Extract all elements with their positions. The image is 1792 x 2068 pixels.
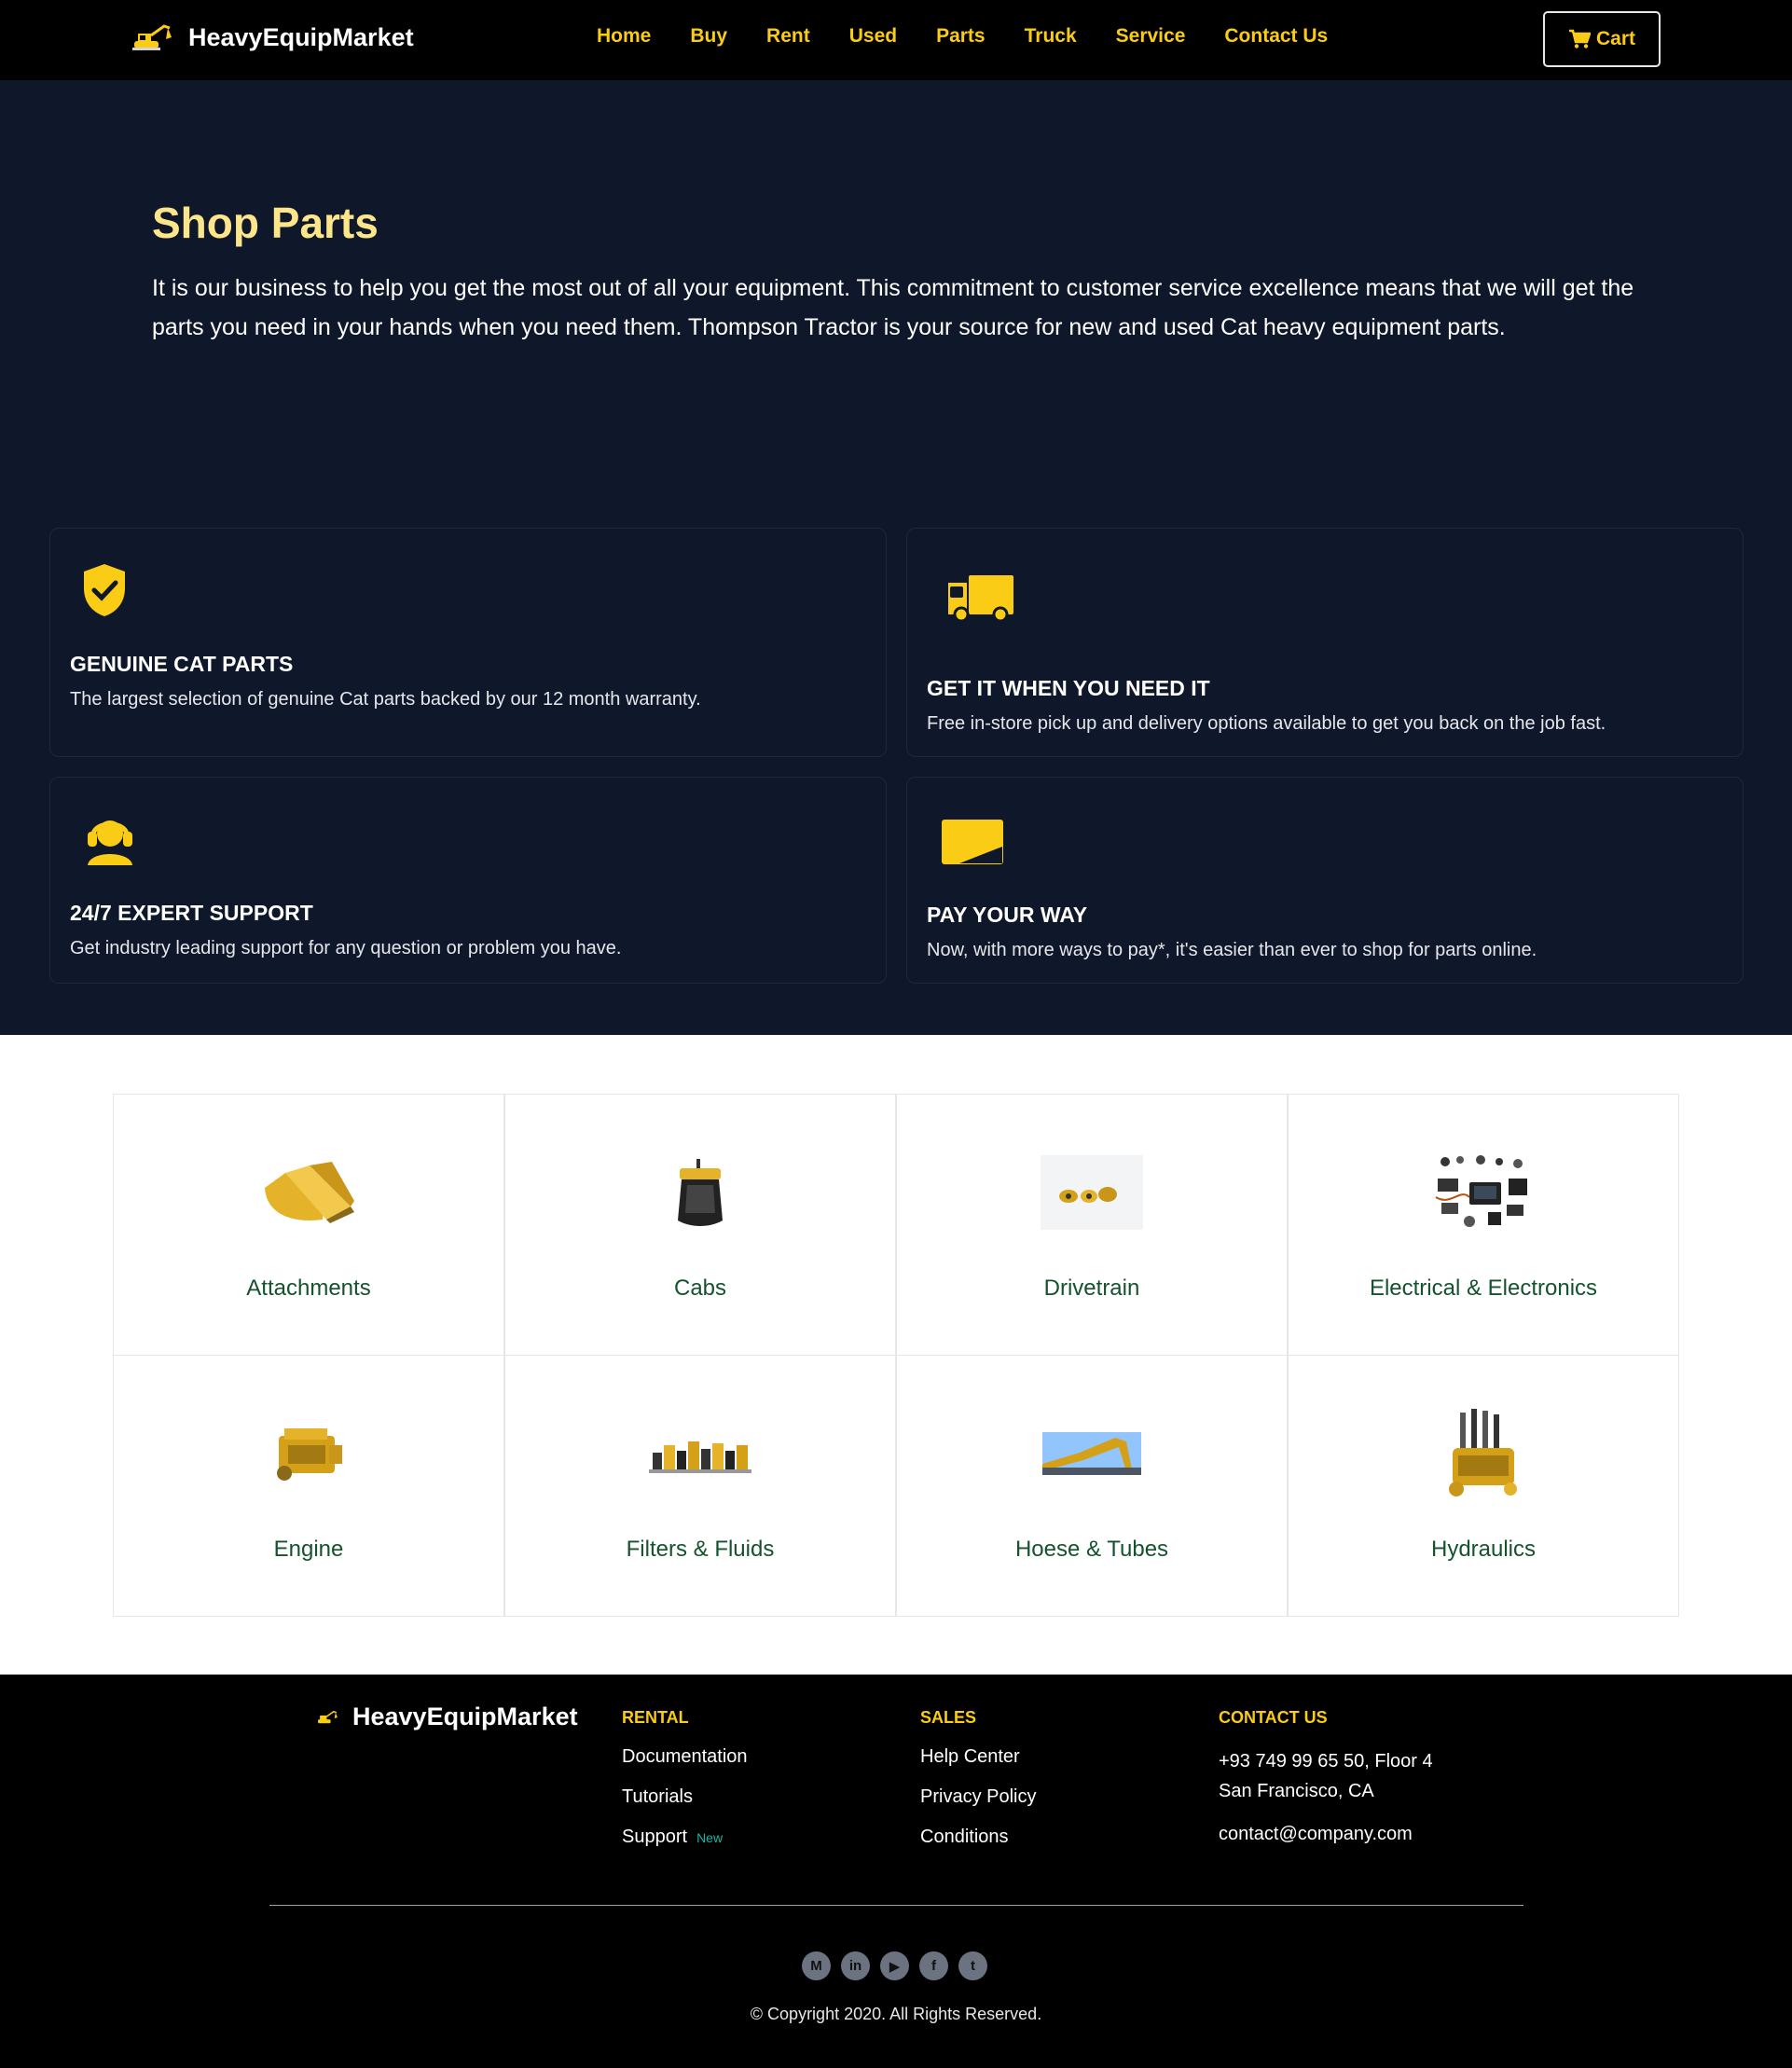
footer-link-support[interactable]: Support New: [622, 1827, 748, 1848]
excavator-logo-icon: [318, 1710, 338, 1723]
footer: HeavyEquipMarket RENTAL Documentation Tu…: [0, 1675, 1792, 2068]
feature-card-genuine-parts: GENUINE CAT PARTS The largest selection …: [49, 528, 887, 757]
category-card-engine[interactable]: Engine: [113, 1355, 504, 1617]
social-links: M in ▶ f t: [802, 1951, 987, 1980]
contact-address-line2: San Francisco, CA: [1219, 1781, 1374, 1801]
feature-description: The largest selection of genuine Cat par…: [70, 689, 701, 710]
copyright: © Copyright 2020. All Rights Reserved.: [750, 2005, 1042, 2023]
footer-column-rental: RENTAL Documentation Tutorials Support Ne…: [622, 1708, 748, 1867]
footer-link-privacy-policy[interactable]: Privacy Policy: [920, 1786, 1036, 1808]
feature-title: GET IT WHEN YOU NEED IT: [927, 676, 1210, 700]
footer-link-conditions[interactable]: Conditions: [920, 1827, 1036, 1848]
nav-link-service[interactable]: Service: [1116, 25, 1186, 48]
hydraulics-image: [1449, 1409, 1517, 1496]
footer-brand-link[interactable]: HeavyEquipMarket: [317, 1703, 578, 1731]
feature-description: Get industry leading support for any que…: [70, 938, 622, 958]
cart-button[interactable]: Cart: [1543, 11, 1661, 67]
contact-email[interactable]: contact@company.com: [1219, 1819, 1433, 1849]
feature-description: Free in-store pick up and delivery optio…: [927, 713, 1606, 734]
footer-link-documentation[interactable]: Documentation: [622, 1746, 748, 1768]
cart-label: Cart: [1595, 28, 1635, 49]
footer-divider: [269, 1905, 1523, 1906]
hoses-image: [1042, 1432, 1141, 1475]
category-card-electrical[interactable]: Electrical & Electronics: [1288, 1094, 1679, 1356]
category-image: [649, 1151, 751, 1234]
category-image: [1041, 1151, 1143, 1234]
category-image: [1041, 1412, 1143, 1496]
category-image: [257, 1151, 360, 1234]
category-label: Attachments: [246, 1275, 371, 1301]
footer-link-help-center[interactable]: Help Center: [920, 1746, 1036, 1768]
footer-heading: CONTACT US: [1219, 1708, 1328, 1727]
feature-title: PAY YOUR WAY: [927, 903, 1088, 927]
nav-link-rent[interactable]: Rent: [766, 25, 810, 48]
feature-card-delivery: GET IT WHEN YOU NEED IT Free in-store pi…: [906, 528, 1744, 757]
nav-link-home[interactable]: Home: [597, 25, 651, 48]
category-card-cabs[interactable]: Cabs: [504, 1094, 896, 1356]
category-image: [257, 1412, 360, 1496]
nav-link-parts[interactable]: Parts: [936, 25, 986, 48]
engine-image: [277, 1428, 342, 1481]
feature-title: GENUINE CAT PARTS: [70, 652, 294, 676]
nav-link-truck[interactable]: Truck: [1025, 25, 1077, 48]
category-card-hoses[interactable]: Hoese & Tubes: [896, 1355, 1288, 1617]
bucket-image: [265, 1162, 354, 1223]
category-card-filters[interactable]: Filters & Fluids: [504, 1355, 896, 1617]
footer-brand-name: HeavyEquipMarket: [352, 1703, 578, 1730]
category-label: Cabs: [673, 1275, 727, 1301]
nav-link-buy[interactable]: Buy: [690, 25, 727, 48]
category-card-drivetrain[interactable]: Drivetrain: [896, 1094, 1288, 1356]
category-label: Hoese & Tubes: [1014, 1537, 1169, 1562]
category-label: Filters & Fluids: [626, 1537, 775, 1562]
footer-column-sales: SALES Help Center Privacy Policy Conditi…: [920, 1708, 1036, 1867]
category-grid: Attachments Cabs Drivetrain Electrical &…: [0, 1035, 1792, 1675]
drivetrain-image: [1041, 1155, 1143, 1230]
category-image: [1432, 1151, 1535, 1234]
category-card-hydraulics[interactable]: Hydraulics: [1288, 1355, 1679, 1617]
electronics-image: [1435, 1155, 1527, 1227]
truck-icon: [948, 575, 1013, 622]
filters-image: [649, 1441, 751, 1473]
youtube-icon[interactable]: ▶: [880, 1951, 909, 1980]
shield-check-icon: [84, 564, 125, 616]
footer-heading: RENTAL: [622, 1708, 689, 1727]
feature-title: 24/7 EXPERT SUPPORT: [70, 901, 313, 925]
medium-icon[interactable]: M: [802, 1951, 831, 1980]
footer-link-tutorials[interactable]: Tutorials: [622, 1786, 748, 1808]
feature-card-support: 24/7 EXPERT SUPPORT Get industry leading…: [49, 777, 887, 984]
category-image: [1432, 1409, 1535, 1496]
category-label: Electrical & Electronics: [1369, 1275, 1598, 1301]
nav-link-contact[interactable]: Contact Us: [1224, 25, 1328, 48]
new-badge: New: [696, 1830, 724, 1845]
nav-links: Home Buy Rent Used Parts Truck Service C…: [597, 25, 1328, 48]
footer-heading: SALES: [920, 1708, 977, 1727]
feature-card-pay: PAY YOUR WAY Now, with more ways to pay*…: [906, 777, 1744, 984]
linkedin-icon[interactable]: in: [841, 1951, 870, 1980]
nav-link-used[interactable]: Used: [849, 25, 897, 48]
top-navbar: HeavyEquipMarket Home Buy Rent Used Part…: [0, 0, 1792, 80]
category-label: Drivetrain: [1043, 1275, 1140, 1301]
facebook-icon[interactable]: f: [919, 1951, 948, 1980]
twitter-icon[interactable]: t: [958, 1951, 987, 1980]
contact-address-line1: +93 749 99 65 50, Floor 4: [1219, 1751, 1433, 1772]
footer-column-contact: CONTACT US +93 749 99 65 50, Floor 4 San…: [1219, 1708, 1433, 1849]
card-icon: [942, 820, 1003, 864]
hero-section: Shop Parts It is our business to help yo…: [0, 80, 1792, 1035]
excavator-logo-icon: [132, 24, 172, 50]
category-card-attachments[interactable]: Attachments: [113, 1094, 504, 1356]
hero-description: It is our business to help you get the m…: [152, 275, 1634, 340]
category-label: Engine: [273, 1537, 344, 1562]
brand-name: HeavyEquipMarket: [188, 22, 414, 51]
category-image: [649, 1412, 751, 1496]
brand-logo-link[interactable]: HeavyEquipMarket: [132, 22, 414, 52]
footer-link-label: Support: [622, 1827, 688, 1847]
category-label: Hydraulics: [1430, 1537, 1537, 1562]
cab-image: [678, 1159, 723, 1226]
headset-icon: [88, 820, 132, 865]
page-title: Shop Parts: [152, 199, 379, 247]
feature-description: Now, with more ways to pay*, it's easier…: [927, 940, 1537, 960]
cart-icon: [1568, 29, 1591, 48]
